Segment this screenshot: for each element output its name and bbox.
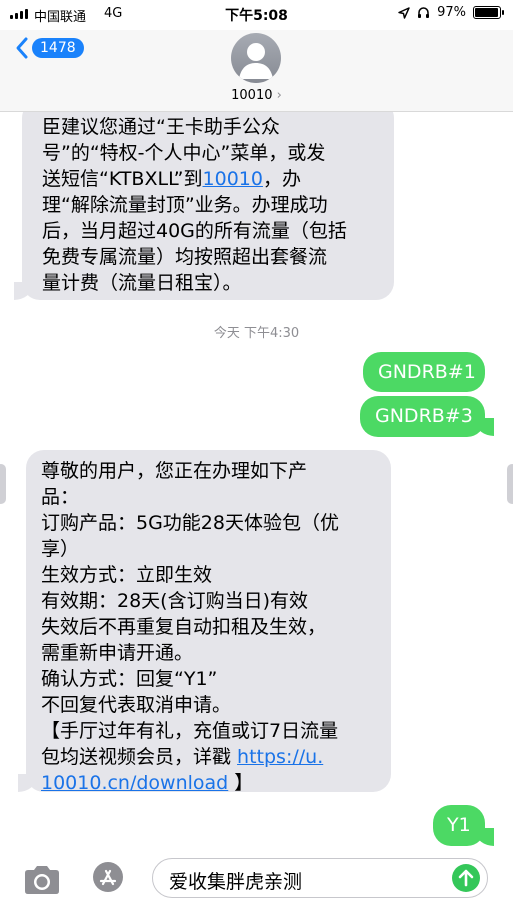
message-draft-text: 爱收集胖虎亲测 (169, 871, 303, 893)
message-line: 尊敬的用户，您正在办理如下产 (41, 460, 308, 482)
compose-bar: 爱收集胖虎亲测 (0, 856, 513, 910)
message-line: 10010.cn/download 】 (41, 770, 377, 796)
message-line: 送短信“KTBXLL”到10010，办 (42, 166, 380, 192)
message-line: 品： (41, 486, 80, 508)
url-link[interactable]: https://u. (237, 746, 323, 768)
status-bar: 中国联通 4G 下午5:08 97% (0, 0, 513, 30)
message-line: 生效方式：立即生效 (41, 564, 213, 586)
sent-message[interactable]: GNDRB#3 (360, 396, 485, 437)
message-line: 免费专属流量）均按照超出套餐流 (42, 246, 328, 268)
battery-fill (475, 8, 499, 17)
send-arrow-icon (458, 869, 474, 887)
received-message[interactable]: 尊敬的用户，您正在办理如下产 品： 订购产品：5G功能28天体验包（优 享） 生… (26, 450, 391, 794)
message-line: 包均送视频会员，详戳 https://u. (41, 744, 377, 770)
camera-icon[interactable] (22, 864, 62, 896)
message-line: 理“解除流量封顶”业务。办理成功 (42, 194, 328, 216)
message-line: 确认方式：回复“Y1” (41, 668, 218, 690)
person-silhouette-icon (239, 43, 273, 79)
location-arrow-icon (398, 6, 410, 19)
chevron-left-icon (16, 37, 28, 59)
app-store-icon[interactable] (86, 860, 130, 894)
message-line: 号”的“特权-个人中心”菜单，或发 (42, 142, 326, 164)
chevron-right-icon: › (276, 88, 282, 103)
message-timestamp: 今天 下午4:30 (213, 326, 300, 341)
received-message[interactable]: 臣建议您通过“王卡助手公众 号”的“特权-个人中心”菜单，或发 送短信“KTBX… (22, 112, 394, 300)
message-text: GNDRB#1 (378, 361, 476, 383)
message-line: 失效后不再重复自动扣租及生效， (41, 616, 327, 638)
message-thread[interactable]: 臣建议您通过“王卡助手公众 号”的“特权-个人中心”菜单，或发 送短信“KTBX… (0, 112, 513, 856)
contact-name-button[interactable]: 10010 › (0, 88, 513, 103)
message-line: 不回复代表取消申请。 (41, 694, 232, 716)
bubble-tail (476, 418, 494, 436)
message-line: 臣建议您通过“王卡助手公众 (42, 116, 280, 138)
message-text: Y1 (447, 814, 471, 836)
contact-name: 10010 (231, 88, 273, 103)
message-line: 后，当月超过40G的所有流量（包括 (42, 220, 347, 242)
battery-percent: 97% (437, 5, 466, 20)
battery-icon (473, 6, 504, 19)
bubble-tail (476, 828, 494, 846)
message-line: 量计费（流量日租宝）。 (42, 272, 242, 294)
phone-number-link[interactable]: 10010 (203, 168, 263, 190)
message-text: GNDRB#3 (375, 405, 473, 427)
contact-avatar[interactable] (231, 33, 281, 83)
scroll-edge-handle (507, 464, 513, 504)
sent-message[interactable]: GNDRB#1 (363, 352, 485, 392)
message-text: 】 (228, 772, 254, 794)
message-line: 享） (41, 538, 80, 560)
unread-count-badge: 1478 (32, 38, 84, 58)
send-button[interactable] (452, 864, 480, 892)
back-button[interactable]: 1478 (14, 36, 84, 60)
message-line: 订购产品：5G功能28天体验包（优 (41, 512, 339, 534)
sent-message[interactable]: Y1 (433, 805, 485, 846)
message-line: 需重新申请开通。 (41, 642, 194, 664)
scroll-edge-handle (0, 464, 6, 504)
message-text: ，办 (262, 168, 301, 190)
message-text: 送短信“KTBXLL”到 (42, 168, 203, 190)
message-text: 包均送视频会员，详戳 (41, 746, 238, 768)
message-line: 有效期：28天(含订购当日)有效 (41, 590, 309, 612)
conversation-header: 1478 10010 › (0, 30, 513, 112)
message-input[interactable]: 爱收集胖虎亲测 (152, 858, 488, 898)
bubble-tail (18, 774, 36, 792)
headphones-icon (418, 7, 430, 18)
url-link[interactable]: 10010.cn/download (41, 772, 228, 794)
bubble-tail (14, 282, 32, 300)
message-line: 【手厅过年有礼，充值或订7日流量 (41, 720, 339, 742)
